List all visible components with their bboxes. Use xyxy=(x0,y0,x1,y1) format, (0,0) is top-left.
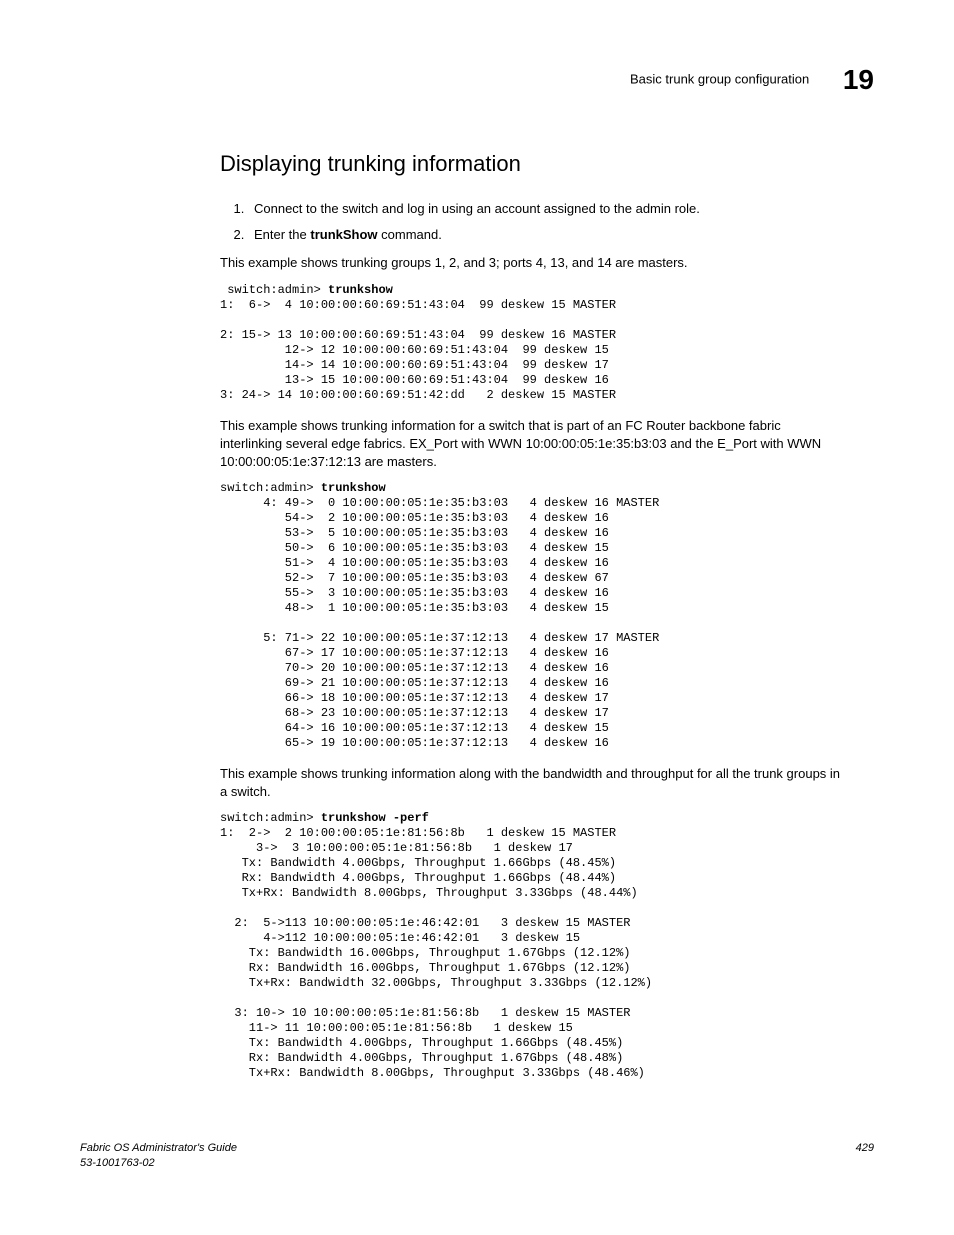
footer-doc-number: 53-1001763-02 xyxy=(80,1156,237,1170)
step-1: Connect to the switch and log in using a… xyxy=(248,200,844,218)
example-desc-2: This example shows trunking information … xyxy=(220,417,844,472)
step-2: Enter the trunkShow command. xyxy=(248,226,844,244)
page-header: Basic trunk group configuration 19 xyxy=(80,60,874,99)
code-block-1: switch:admin> trunkshow 1: 6-> 4 10:00:0… xyxy=(220,283,844,403)
footer-guide-title: Fabric OS Administrator's Guide xyxy=(80,1141,237,1155)
example-desc-3: This example shows trunking information … xyxy=(220,765,844,801)
main-content: Displaying trunking information Connect … xyxy=(220,149,844,1081)
page-number: 429 xyxy=(856,1141,874,1170)
code-block-3: switch:admin> trunkshow -perf 1: 2-> 2 1… xyxy=(220,811,844,1081)
code-block-2: switch:admin> trunkshow 4: 49-> 0 10:00:… xyxy=(220,481,844,751)
footer-left: Fabric OS Administrator's Guide 53-10017… xyxy=(80,1141,237,1170)
section-heading: Displaying trunking information xyxy=(220,149,844,180)
header-title: Basic trunk group configuration xyxy=(630,72,809,87)
steps-list: Connect to the switch and log in using a… xyxy=(220,200,844,244)
example-desc-1: This example shows trunking groups 1, 2,… xyxy=(220,254,844,272)
command-text: trunkshow -perf xyxy=(321,811,429,825)
page-footer: Fabric OS Administrator's Guide 53-10017… xyxy=(80,1141,874,1170)
command-text: trunkshow xyxy=(321,481,386,495)
command-text: trunkshow xyxy=(328,283,393,297)
chapter-number: 19 xyxy=(843,64,874,95)
